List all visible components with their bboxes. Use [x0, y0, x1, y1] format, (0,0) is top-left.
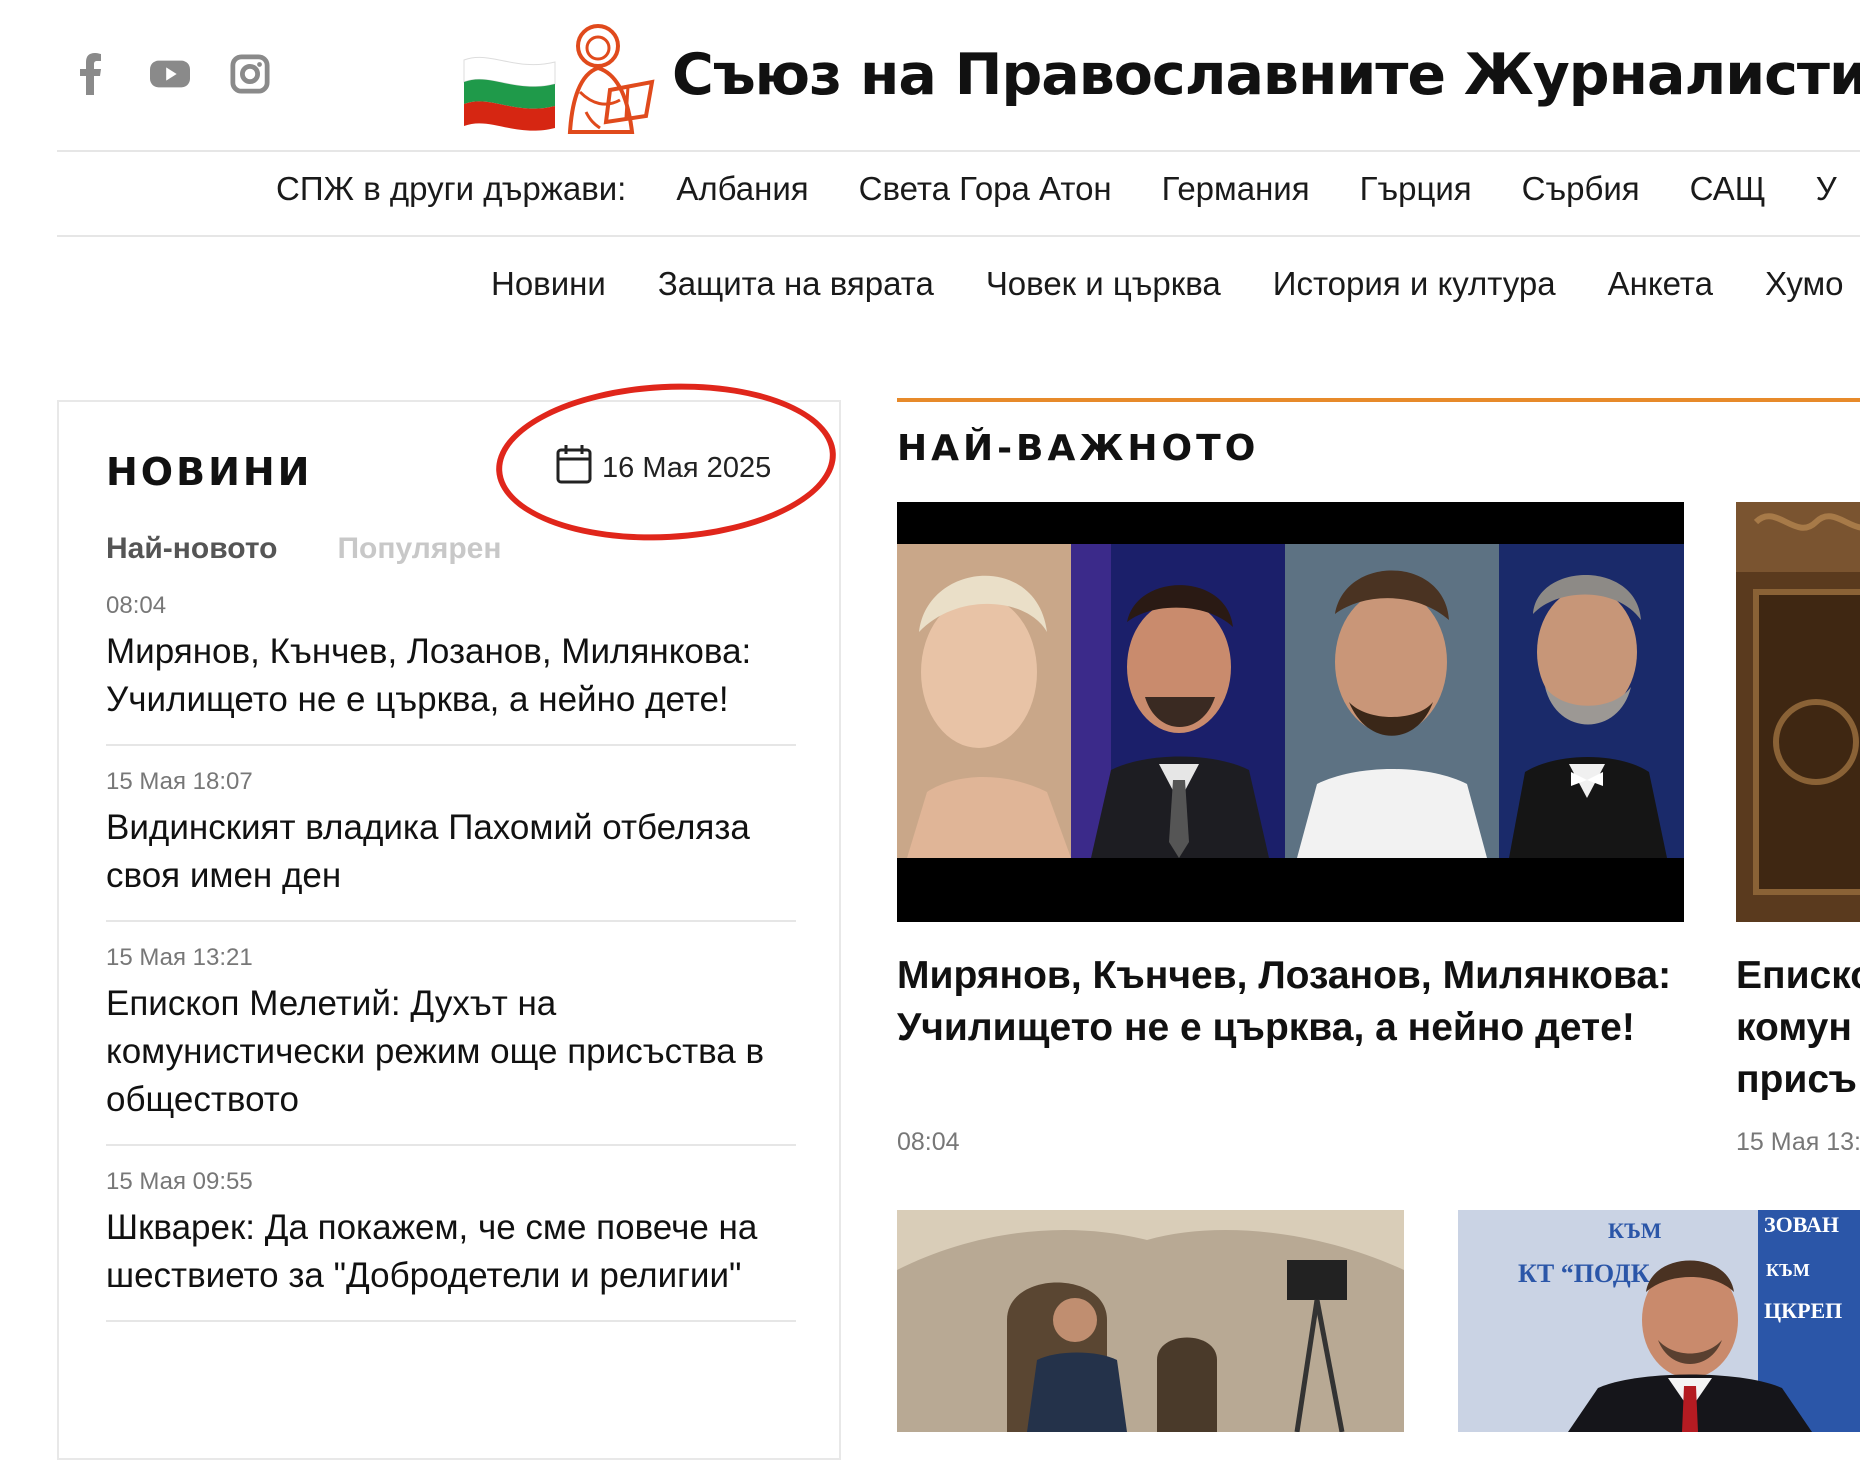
- youtube-icon[interactable]: [150, 52, 190, 96]
- news-item-time: 15 Мая 18:07: [106, 768, 253, 795]
- news-item[interactable]: 15 Мая 13:21 Епископ Мелетий: Духът на к…: [106, 944, 796, 1146]
- article-thumbnail[interactable]: КЪМ КТ “ПОДК ЗОВАН КЪМ ЦКРЕП: [1458, 1210, 1860, 1432]
- nav-link-history-culture[interactable]: История и култура: [1273, 265, 1556, 303]
- social-links: [70, 52, 270, 96]
- news-item-headline[interactable]: Епископ Мелетий: Духът на комунистически…: [106, 980, 796, 1124]
- news-item-time: 15 Мая 13:21: [106, 944, 253, 971]
- side-headline-line: Еписко: [1736, 954, 1860, 997]
- tab-latest[interactable]: Най-новото: [106, 532, 277, 566]
- banner-text: КЪМ: [1766, 1260, 1810, 1280]
- facebook-icon[interactable]: [70, 52, 110, 96]
- main-nav: Новини Защита на вярата Човек и църква И…: [491, 265, 1860, 303]
- side-headline[interactable]: Еписко комун присъ: [1736, 950, 1860, 1106]
- news-item-headline[interactable]: Видинският владика Пахомий отбеляза своя…: [106, 804, 796, 900]
- side-time: 15 Мая 13:: [1736, 1128, 1860, 1156]
- country-link-serbia[interactable]: Сърбия: [1522, 170, 1640, 208]
- side-headline-line: присъ: [1736, 1058, 1857, 1101]
- tab-popular[interactable]: Популярен: [337, 532, 501, 566]
- nav-link-faith-defense[interactable]: Защита на вярата: [658, 265, 934, 303]
- nav-link-news[interactable]: Новини: [491, 265, 606, 303]
- section-accent-bar: [897, 398, 1860, 402]
- news-item-time: 08:04: [106, 592, 167, 619]
- article-thumbnail[interactable]: [897, 1210, 1404, 1432]
- country-nav-label: СПЖ в други държави:: [276, 170, 627, 207]
- news-item-time: 15 Мая 09:55: [106, 1168, 253, 1195]
- featured-section-title: НАЙ-ВАЖНОТО: [897, 428, 1260, 469]
- country-link-germany[interactable]: Германия: [1162, 170, 1310, 208]
- news-item-headline[interactable]: Шкварек: Да покажем, че сме повече на ше…: [106, 1204, 796, 1300]
- nav-link-humor[interactable]: Хумо: [1765, 265, 1843, 303]
- country-link-athos[interactable]: Света Гора Атон: [859, 170, 1112, 208]
- banner-text: КТ “ПОДК: [1518, 1259, 1650, 1288]
- news-panel-title: НОВИНИ: [106, 450, 313, 494]
- featured-side-image[interactable]: [1736, 502, 1860, 922]
- news-item[interactable]: 15 Мая 18:07 Видинският владика Пахомий …: [106, 768, 796, 922]
- side-headline-line: комун: [1736, 1006, 1852, 1049]
- banner-text: ЗОВАН: [1764, 1212, 1839, 1237]
- news-list: 08:04 Мирянов, Кънчев, Лозанов, Милянков…: [106, 592, 796, 1344]
- country-nav: СПЖ в други държави: Албания Света Гора …: [276, 170, 1860, 208]
- country-link-truncated[interactable]: У: [1816, 170, 1837, 208]
- country-link-albania[interactable]: Албания: [676, 170, 808, 208]
- header-divider: [57, 150, 1860, 152]
- nav-link-man-and-church[interactable]: Човек и църква: [986, 265, 1221, 303]
- featured-time: 08:04: [897, 1128, 960, 1156]
- featured-headline[interactable]: Мирянов, Кънчев, Лозанов, Милянкова: Учи…: [897, 950, 1687, 1054]
- country-link-greece[interactable]: Гърция: [1360, 170, 1472, 208]
- news-tabs: Най-новото Популярен: [106, 532, 501, 566]
- featured-image[interactable]: [897, 502, 1684, 922]
- nav-link-survey[interactable]: Анкета: [1608, 265, 1713, 303]
- banner-text: КЪМ: [1608, 1218, 1662, 1243]
- nav-divider: [57, 235, 1860, 237]
- country-link-usa[interactable]: САЩ: [1690, 170, 1766, 208]
- news-item[interactable]: 08:04 Мирянов, Кънчев, Лозанов, Милянков…: [106, 592, 796, 746]
- site-logo[interactable]: [460, 12, 656, 138]
- banner-text: ЦКРЕП: [1764, 1298, 1842, 1323]
- instagram-icon[interactable]: [230, 52, 270, 96]
- news-item-headline[interactable]: Мирянов, Кънчев, Лозанов, Милянкова: Учи…: [106, 628, 796, 724]
- site-title[interactable]: Съюз на Православните Журналисти: [672, 42, 1860, 108]
- news-item[interactable]: 15 Мая 09:55 Шкварек: Да покажем, че сме…: [106, 1168, 796, 1322]
